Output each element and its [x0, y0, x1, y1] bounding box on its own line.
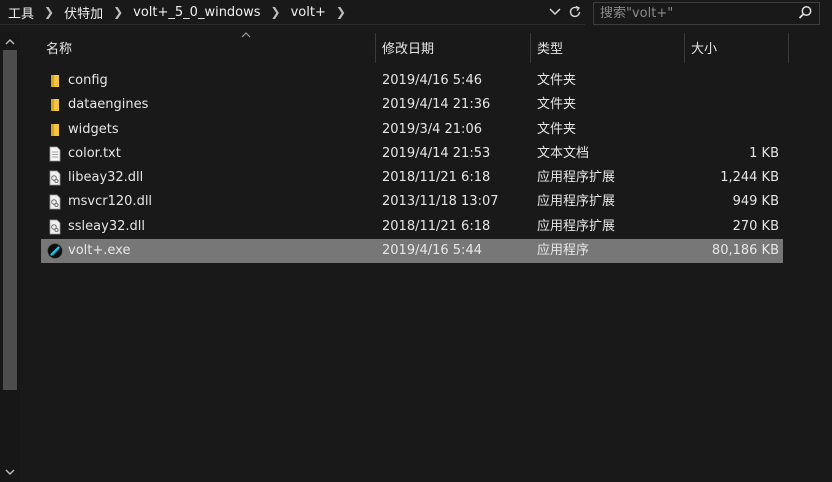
file-type: 应用程序扩展: [537, 194, 616, 210]
chevron-down-icon: [549, 8, 561, 16]
file-name: widgets: [68, 121, 119, 137]
column-divider[interactable]: [375, 33, 376, 63]
folder-icon: [51, 123, 59, 136]
chevron-right-icon[interactable]: ❯: [328, 5, 354, 19]
file-list: config 2019/4/16 5:46 文件夹 dataengines 20…: [41, 69, 783, 264]
scrollbar-thumb[interactable]: [3, 50, 17, 390]
column-divider[interactable]: [788, 33, 789, 63]
column-divider[interactable]: [530, 33, 531, 63]
scroll-up-button[interactable]: [0, 34, 20, 50]
dll-file-icon: [49, 170, 61, 186]
file-row[interactable]: config 2019/4/16 5:46 文件夹: [41, 69, 783, 93]
file-size: 1 KB: [749, 145, 779, 161]
column-header-date[interactable]: 修改日期: [382, 33, 434, 61]
file-name: config: [68, 73, 108, 88]
file-name: msvcr120.dll: [68, 194, 153, 210]
dll-file-icon: [49, 219, 61, 235]
history-dropdown-button[interactable]: [545, 0, 565, 24]
chevron-right-icon[interactable]: ❯: [105, 5, 131, 19]
file-name: color.txt: [68, 145, 121, 161]
column-header-name[interactable]: 名称: [46, 33, 72, 61]
file-row[interactable]: dataengines 2019/4/14 21:36 文件夹: [41, 93, 783, 117]
file-type: 应用程序: [537, 243, 590, 259]
file-type: 文件夹: [537, 97, 577, 113]
breadcrumb-item-vodka[interactable]: 伏特加: [62, 3, 105, 22]
file-date: 2019/4/16 5:46: [382, 73, 482, 88]
folder-icon: [51, 75, 59, 87]
search-box[interactable]: [593, 2, 820, 25]
column-header-size[interactable]: 大小: [691, 33, 717, 61]
chevron-right-icon[interactable]: ❯: [263, 5, 289, 19]
chevron-up-icon: [5, 39, 15, 45]
address-bar[interactable]: 工具 ❯ 伏特加 ❯ volt+_5_0_windows ❯ volt+ ❯: [0, 0, 585, 25]
scroll-down-button[interactable]: [0, 464, 20, 480]
chevron-down-icon: [5, 469, 15, 475]
text-file-icon: [49, 146, 61, 162]
file-size: 270 KB: [732, 218, 779, 234]
file-name: libeay32.dll: [68, 170, 144, 186]
file-row[interactable]: widgets 2019/3/4 21:06 文件夹: [41, 118, 783, 142]
file-size: [641, 93, 779, 117]
file-type: 文本文档: [537, 145, 590, 161]
file-type: 应用程序扩展: [537, 170, 616, 186]
file-size: 949 KB: [732, 194, 779, 210]
app-exe-icon: [47, 243, 63, 259]
breadcrumb-item-volt[interactable]: volt+: [289, 5, 328, 20]
file-row[interactable]: msvcr120.dll 2013/11/18 13:07 应用程序扩展 949…: [41, 190, 783, 214]
file-type: 应用程序扩展: [537, 218, 616, 234]
file-date: 2013/11/18 13:07: [382, 194, 499, 210]
file-name: volt+.exe: [68, 243, 131, 259]
file-date: 2019/4/16 5:44: [382, 243, 482, 259]
column-header-type[interactable]: 类型: [537, 33, 563, 61]
sort-ascending-icon: [241, 32, 251, 38]
column-header: 名称 修改日期 类型 大小: [41, 32, 801, 63]
file-row[interactable]: color.txt 2019/4/14 21:53 文本文档 1 KB: [41, 142, 783, 166]
breadcrumb: 工具 ❯ 伏特加 ❯ volt+_5_0_windows ❯ volt+ ❯: [0, 0, 354, 24]
file-row[interactable]: libeay32.dll 2018/11/21 6:18 应用程序扩展 1,24…: [41, 166, 783, 190]
dll-file-icon: [49, 195, 61, 210]
column-divider[interactable]: [684, 33, 685, 63]
file-size: 1,244 KB: [720, 170, 779, 186]
file-row[interactable]: ssleay32.dll 2018/11/21 6:18 应用程序扩展 270 …: [41, 215, 783, 239]
file-size: 80,186 KB: [711, 243, 779, 259]
search-icon[interactable]: [798, 5, 813, 20]
file-type: 文件夹: [537, 73, 577, 88]
vertical-scrollbar[interactable]: [0, 32, 20, 482]
file-size: [641, 69, 779, 93]
file-date: 2018/11/21 6:18: [382, 170, 491, 186]
file-date: 2019/3/4 21:06: [382, 121, 482, 137]
search-input[interactable]: [600, 6, 785, 21]
file-date: 2019/4/14 21:36: [382, 97, 491, 113]
file-type: 文件夹: [537, 121, 577, 137]
file-name: dataengines: [68, 97, 149, 113]
refresh-icon: [569, 5, 581, 18]
chevron-right-icon[interactable]: ❯: [36, 5, 62, 19]
file-name: ssleay32.dll: [68, 218, 145, 234]
file-size: [641, 118, 779, 142]
breadcrumb-item-volt-windows[interactable]: volt+_5_0_windows: [131, 5, 262, 20]
refresh-button[interactable]: [565, 0, 585, 24]
file-date: 2019/4/14 21:53: [382, 145, 491, 161]
file-date: 2018/11/21 6:18: [382, 218, 491, 234]
folder-icon: [51, 99, 59, 112]
file-row-selected[interactable]: volt+.exe 2019/4/16 5:44 应用程序 80,186 KB: [41, 239, 783, 264]
breadcrumb-item-tools[interactable]: 工具: [6, 3, 36, 22]
